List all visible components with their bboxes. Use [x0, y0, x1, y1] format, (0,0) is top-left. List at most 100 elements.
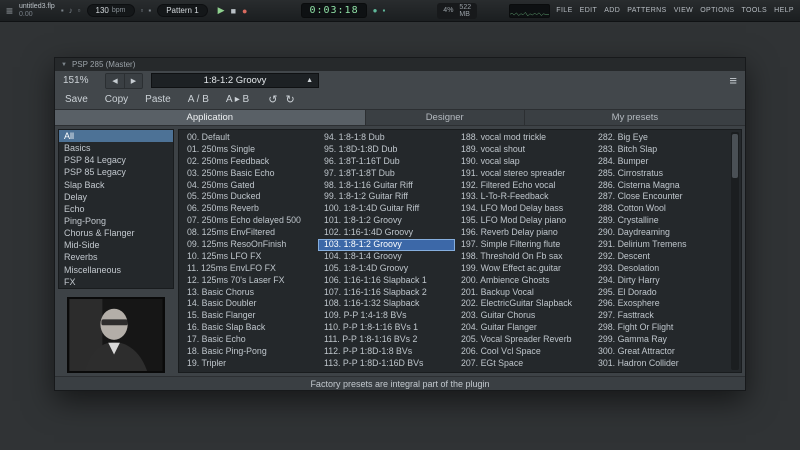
category-item[interactable]: Delay — [59, 191, 173, 203]
preset-item[interactable]: 06. 250ms Reverb — [181, 203, 318, 215]
category-item[interactable]: FX — [59, 276, 173, 288]
preset-item[interactable]: 198. Threshold On Fb sax — [455, 251, 592, 263]
menu-item[interactable]: PATTERNS — [627, 7, 667, 14]
preset-item[interactable]: 96. 1:8T-1:16T Dub — [318, 156, 455, 168]
ab-copy-button[interactable]: A ▸ B — [226, 94, 249, 105]
menu-item[interactable]: OPTIONS — [700, 7, 734, 14]
preset-item[interactable]: 15. Basic Flanger — [181, 310, 318, 322]
preset-item[interactable]: 12. 125ms 70's Laser FX — [181, 275, 318, 287]
preset-item[interactable]: 287. Close Encounter — [592, 191, 729, 203]
toolbar-icon[interactable]: ▫ — [78, 6, 81, 15]
preset-item[interactable]: 285. Cirrostratus — [592, 168, 729, 180]
preset-item[interactable]: 112. P-P 1:8D-1:8 BVs — [318, 346, 455, 358]
category-item[interactable]: Reverbs — [59, 251, 173, 263]
stop-button[interactable]: ■ — [231, 6, 236, 16]
preset-item[interactable]: 193. L-To-R-Feedback — [455, 191, 592, 203]
preset-item[interactable]: 291. Delirium Tremens — [592, 239, 729, 251]
preset-item[interactable]: 10. 125ms LFO FX — [181, 251, 318, 263]
preset-item[interactable]: 17. Basic Echo — [181, 334, 318, 346]
preset-item[interactable]: 205. Vocal Spreader Reverb — [455, 334, 592, 346]
preset-item[interactable]: 11. 125ms EnvLFO FX — [181, 263, 318, 275]
preset-item[interactable]: 01. 250ms Single — [181, 144, 318, 156]
preset-item[interactable]: 100. 1:8-1:4D Guitar Riff — [318, 203, 455, 215]
menu-item[interactable]: TOOLS — [742, 7, 768, 14]
save-button[interactable]: Save — [65, 94, 88, 105]
preset-item[interactable]: 09. 125ms ResoOnFinish — [181, 239, 318, 251]
preset-item[interactable]: 194. LFO Mod Delay bass — [455, 203, 592, 215]
menu-item[interactable]: FILE — [556, 7, 572, 14]
preset-item[interactable]: 300. Great Attractor — [592, 346, 729, 358]
preset-item[interactable]: 107. 1:16-1:16 Slapback 2 — [318, 287, 455, 299]
preset-scrollbar[interactable] — [731, 132, 739, 370]
category-item[interactable]: All — [59, 130, 173, 142]
preset-item[interactable]: 102. 1:16-1:4D Groovy — [318, 227, 455, 239]
preset-item[interactable]: 284. Bumper — [592, 156, 729, 168]
preset-item[interactable]: 98. 1:8-1:16 Guitar Riff — [318, 180, 455, 192]
preset-item[interactable]: 101. 1:8-1:2 Groovy — [318, 215, 455, 227]
preset-item[interactable]: 206. Cool Vcl Space — [455, 346, 592, 358]
category-item[interactable]: Ping-Pong — [59, 215, 173, 227]
tempo-display[interactable]: 130 bpm — [87, 4, 135, 17]
preset-item[interactable]: 294. Dirty Harry — [592, 275, 729, 287]
category-item[interactable]: Slap Back — [59, 179, 173, 191]
category-item[interactable]: PSP 85 Legacy — [59, 166, 173, 178]
preset-item[interactable]: 192. Filtered Echo vocal — [455, 180, 592, 192]
preset-item[interactable]: 292. Descent — [592, 251, 729, 263]
preset-item[interactable]: 02. 250ms Feedback — [181, 156, 318, 168]
preset-item[interactable]: 296. Exosphere — [592, 298, 729, 310]
preset-item[interactable]: 13. Basic Chorus — [181, 287, 318, 299]
preset-item[interactable]: 105. 1:8-1:4D Groovy — [318, 263, 455, 275]
plugin-hamburger-menu-icon[interactable]: ≡ — [729, 74, 737, 87]
preset-item[interactable]: 290. Daydreaming — [592, 227, 729, 239]
preset-item[interactable]: 19. Tripler — [181, 358, 318, 370]
toolbar-icon[interactable]: ▪ — [61, 6, 64, 15]
preset-item[interactable]: 190. vocal slap — [455, 156, 592, 168]
scrollbar-thumb[interactable] — [732, 134, 738, 178]
preset-item[interactable]: 204. Guitar Flanger — [455, 322, 592, 334]
preset-item[interactable]: 00. Default — [181, 132, 318, 144]
preset-item[interactable]: 94. 1:8-1:8 Dub — [318, 132, 455, 144]
preset-item[interactable]: 18. Basic Ping-Pong — [181, 346, 318, 358]
preset-item[interactable]: 195. LFO Mod Delay piano — [455, 215, 592, 227]
copy-button[interactable]: Copy — [105, 94, 128, 105]
previous-preset-button[interactable]: ◀ — [106, 74, 124, 88]
preset-item[interactable]: 282. Big Eye — [592, 132, 729, 144]
preset-item[interactable]: 188. vocal mod trickle — [455, 132, 592, 144]
category-item[interactable]: Chorus & Flanger — [59, 227, 173, 239]
preset-item[interactable]: 199. Wow Effect ac.guitar — [455, 263, 592, 275]
next-preset-button[interactable]: ▶ — [124, 74, 142, 88]
menu-item[interactable]: HELP — [774, 7, 794, 14]
preset-item[interactable]: 97. 1:8T-1:8T Dub — [318, 168, 455, 180]
record-button[interactable]: ● — [242, 6, 247, 16]
preset-item[interactable]: 113. P-P 1:8D-1:16D BVs — [318, 358, 455, 370]
preset-item[interactable]: 03. 250ms Basic Echo — [181, 168, 318, 180]
preset-item[interactable]: 201. Backup Vocal — [455, 287, 592, 299]
preset-item[interactable]: 301. Hadron Collider — [592, 358, 729, 370]
main-menu-icon[interactable]: ≡ — [6, 5, 13, 17]
preset-item[interactable]: 110. P-P 1:8-1:16 BVs 1 — [318, 322, 455, 334]
time-display[interactable]: 0:03:18 — [301, 3, 366, 18]
preset-tab[interactable]: Application — [55, 110, 366, 125]
preset-item[interactable]: 203. Guitar Chorus — [455, 310, 592, 322]
redo-button[interactable]: ↻ — [285, 93, 294, 106]
preset-item[interactable]: 05. 250ms Ducked — [181, 191, 318, 203]
preset-item[interactable]: 197. Simple Filtering flute — [455, 239, 592, 251]
paste-button[interactable]: Paste — [145, 94, 171, 105]
preset-item[interactable]: 196. Reverb Delay piano — [455, 227, 592, 239]
preset-item[interactable]: 298. Fight Or Flight — [592, 322, 729, 334]
preset-item[interactable]: 04. 250ms Gated — [181, 180, 318, 192]
preset-item[interactable]: 16. Basic Slap Back — [181, 322, 318, 334]
preset-item[interactable]: 99. 1:8-1:2 Guitar Riff — [318, 191, 455, 203]
preset-item[interactable]: 95. 1:8D-1:8D Dub — [318, 144, 455, 156]
preset-item[interactable]: 299. Gamma Ray — [592, 334, 729, 346]
preset-item[interactable]: 104. 1:8-1:4 Groovy — [318, 251, 455, 263]
undo-button[interactable]: ↺ — [268, 93, 277, 106]
category-item[interactable]: Echo — [59, 203, 173, 215]
preset-item[interactable]: 207. EGt Space — [455, 358, 592, 370]
menu-item[interactable]: EDIT — [580, 7, 598, 14]
toolbar-icon[interactable]: ▫ — [141, 6, 144, 15]
preset-item[interactable]: 189. vocal shout — [455, 144, 592, 156]
category-item[interactable]: PSP 84 Legacy — [59, 154, 173, 166]
menu-item[interactable]: VIEW — [674, 7, 694, 14]
preset-tab[interactable]: Designer — [366, 110, 525, 125]
